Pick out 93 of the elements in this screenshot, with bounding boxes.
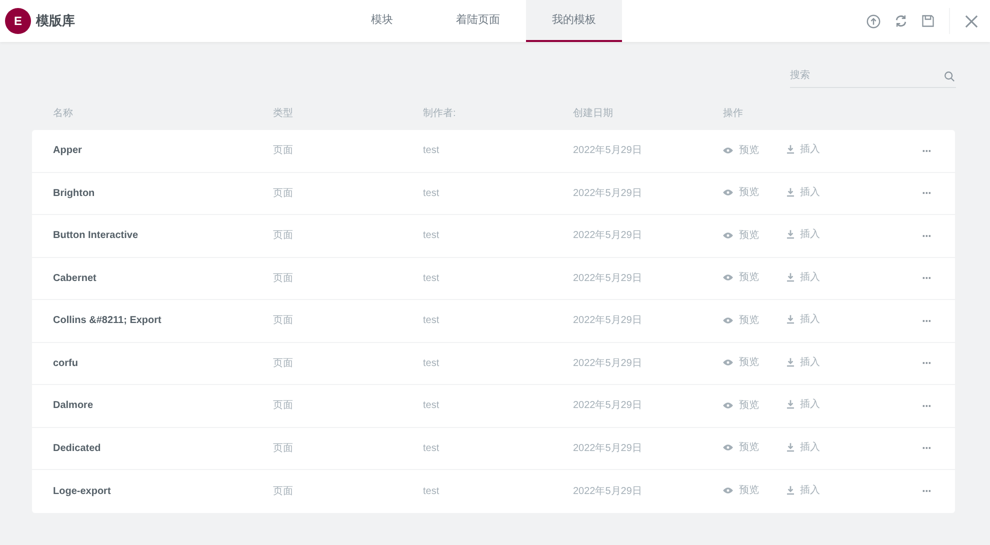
created-date: 2022年5月29日	[573, 486, 642, 497]
template-name: Collins &#8211; Export	[53, 315, 162, 326]
preview-button[interactable]: 预览	[723, 270, 759, 286]
download-icon	[787, 315, 794, 324]
preview-button[interactable]: 预览	[723, 398, 759, 413]
created-date: 2022年5月29日	[573, 188, 642, 199]
download-icon	[787, 188, 794, 197]
more-button[interactable]: ···	[922, 354, 931, 372]
column-header: 名称	[53, 108, 73, 118]
column-header: 类型	[273, 108, 293, 118]
preview-button[interactable]: 预览	[723, 185, 759, 200]
download-icon	[787, 486, 794, 495]
app-title: 模版库	[36, 12, 75, 30]
insert-button[interactable]: 插入	[787, 482, 820, 498]
download-icon	[787, 358, 794, 367]
more-button[interactable]: ···	[922, 312, 931, 330]
insert-button[interactable]: 插入	[787, 184, 820, 200]
column-header: 创建日期	[573, 108, 613, 118]
download-icon	[787, 442, 794, 452]
more-button[interactable]: ···	[922, 142, 931, 160]
download-icon	[787, 145, 794, 154]
template-type: 页面	[273, 188, 293, 199]
template-type: 页面	[273, 272, 293, 284]
preview-button[interactable]: 预览	[723, 440, 759, 456]
more-button[interactable]: ···	[922, 439, 931, 458]
template-type: 页面	[273, 442, 293, 454]
insert-button[interactable]: 插入	[787, 142, 820, 158]
eye-icon	[723, 402, 733, 409]
template-type: 页面	[273, 315, 293, 326]
preview-button[interactable]: 预览	[723, 483, 759, 498]
template-author: test	[423, 145, 440, 156]
template-author: test	[423, 442, 440, 454]
eye-icon	[723, 146, 733, 154]
template-name: Brighton	[53, 188, 95, 199]
template-name: corfu	[53, 358, 78, 369]
more-button[interactable]: ···	[922, 482, 931, 500]
more-button[interactable]: ···	[922, 269, 931, 288]
tab[interactable]: 我的模板	[526, 0, 622, 42]
created-date: 2022年5月29日	[573, 442, 642, 454]
template-type: 页面	[273, 230, 293, 242]
template-name: Dedicated	[53, 442, 101, 454]
preview-button[interactable]: 预览	[723, 312, 759, 328]
preview-button[interactable]: 预览	[723, 355, 759, 370]
template-author: test	[423, 272, 440, 284]
created-date: 2022年5月29日	[573, 358, 642, 369]
search-field[interactable]: 搜索	[790, 64, 956, 88]
template-author: test	[423, 486, 440, 497]
eye-icon	[723, 487, 733, 494]
eye-icon	[723, 232, 733, 239]
template-type: 页面	[273, 145, 293, 156]
preview-button[interactable]: 预览	[723, 142, 759, 158]
download-icon	[787, 272, 794, 282]
insert-button[interactable]: 插入	[787, 227, 820, 242]
more-button[interactable]: ···	[922, 226, 931, 245]
template-author: test	[423, 400, 440, 412]
template-author: test	[423, 230, 440, 242]
tab[interactable]: 模块	[334, 0, 430, 42]
created-date: 2022年5月29日	[573, 315, 642, 326]
eye-icon	[723, 444, 733, 452]
download-icon	[787, 400, 794, 410]
template-author: test	[423, 315, 440, 326]
eye-icon	[723, 359, 733, 366]
eye-icon	[723, 316, 733, 324]
more-button[interactable]: ···	[922, 396, 931, 415]
template-author: test	[423, 358, 440, 369]
more-button[interactable]: ···	[922, 184, 931, 202]
insert-button[interactable]: 插入	[787, 354, 820, 370]
template-name: Apper	[53, 145, 82, 156]
insert-button[interactable]: 插入	[787, 440, 820, 455]
download-icon	[787, 230, 794, 240]
template-name: Button Interactive	[53, 230, 138, 242]
column-header: 操作	[723, 108, 743, 118]
template-type: 页面	[273, 358, 293, 369]
search-icon	[944, 71, 955, 82]
insert-button[interactable]: 插入	[787, 397, 820, 412]
preview-button[interactable]: 预览	[723, 228, 759, 243]
insert-button[interactable]: 插入	[787, 312, 820, 328]
logo: E	[5, 8, 31, 34]
insert-button[interactable]: 插入	[787, 270, 820, 285]
template-name: Dalmore	[53, 400, 94, 412]
template-name: Loge-export	[53, 486, 111, 497]
template-author: test	[423, 188, 440, 199]
template-type: 页面	[273, 400, 293, 412]
created-date: 2022年5月29日	[573, 145, 642, 156]
created-date: 2022年5月29日	[573, 272, 642, 284]
column-header: 制作者:	[423, 108, 456, 118]
template-type: 页面	[273, 486, 293, 497]
created-date: 2022年5月29日	[573, 230, 642, 242]
template-name: Cabernet	[53, 272, 96, 284]
eye-icon	[723, 274, 733, 282]
eye-icon	[723, 189, 733, 196]
created-date: 2022年5月29日	[573, 400, 642, 412]
tab[interactable]: 着陆页面	[430, 0, 526, 42]
